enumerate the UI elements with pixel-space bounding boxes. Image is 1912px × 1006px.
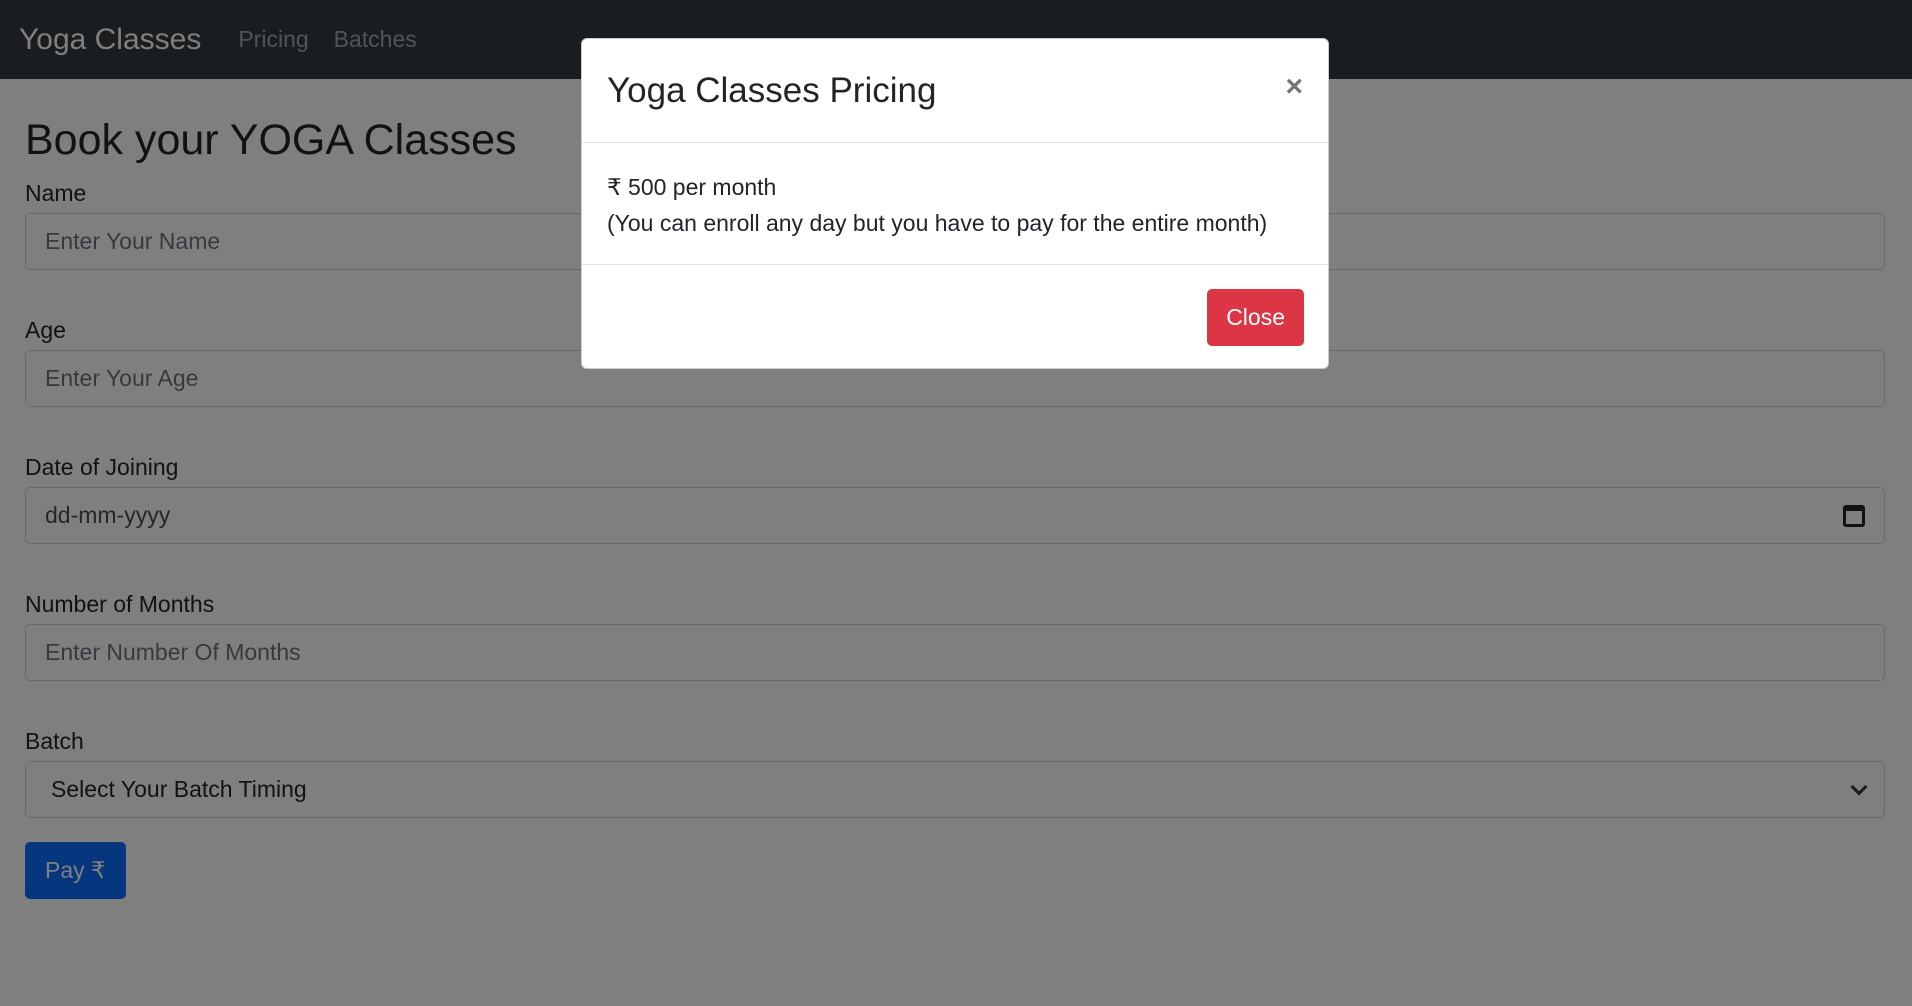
price-text: ₹ 500 per month [607, 174, 777, 200]
price-note: (You can enroll any day but you have to … [607, 210, 1268, 236]
modal-body: ₹ 500 per month (You can enroll any day … [582, 143, 1328, 265]
close-button[interactable]: Close [1207, 288, 1304, 346]
close-icon[interactable]: × [1285, 70, 1303, 104]
modal-title: Yoga Classes Pricing [607, 70, 937, 110]
modal-header: Yoga Classes Pricing × [582, 39, 1328, 143]
modal-footer: Close [582, 265, 1328, 369]
pricing-modal: Yoga Classes Pricing × ₹ 500 per month (… [581, 38, 1329, 369]
